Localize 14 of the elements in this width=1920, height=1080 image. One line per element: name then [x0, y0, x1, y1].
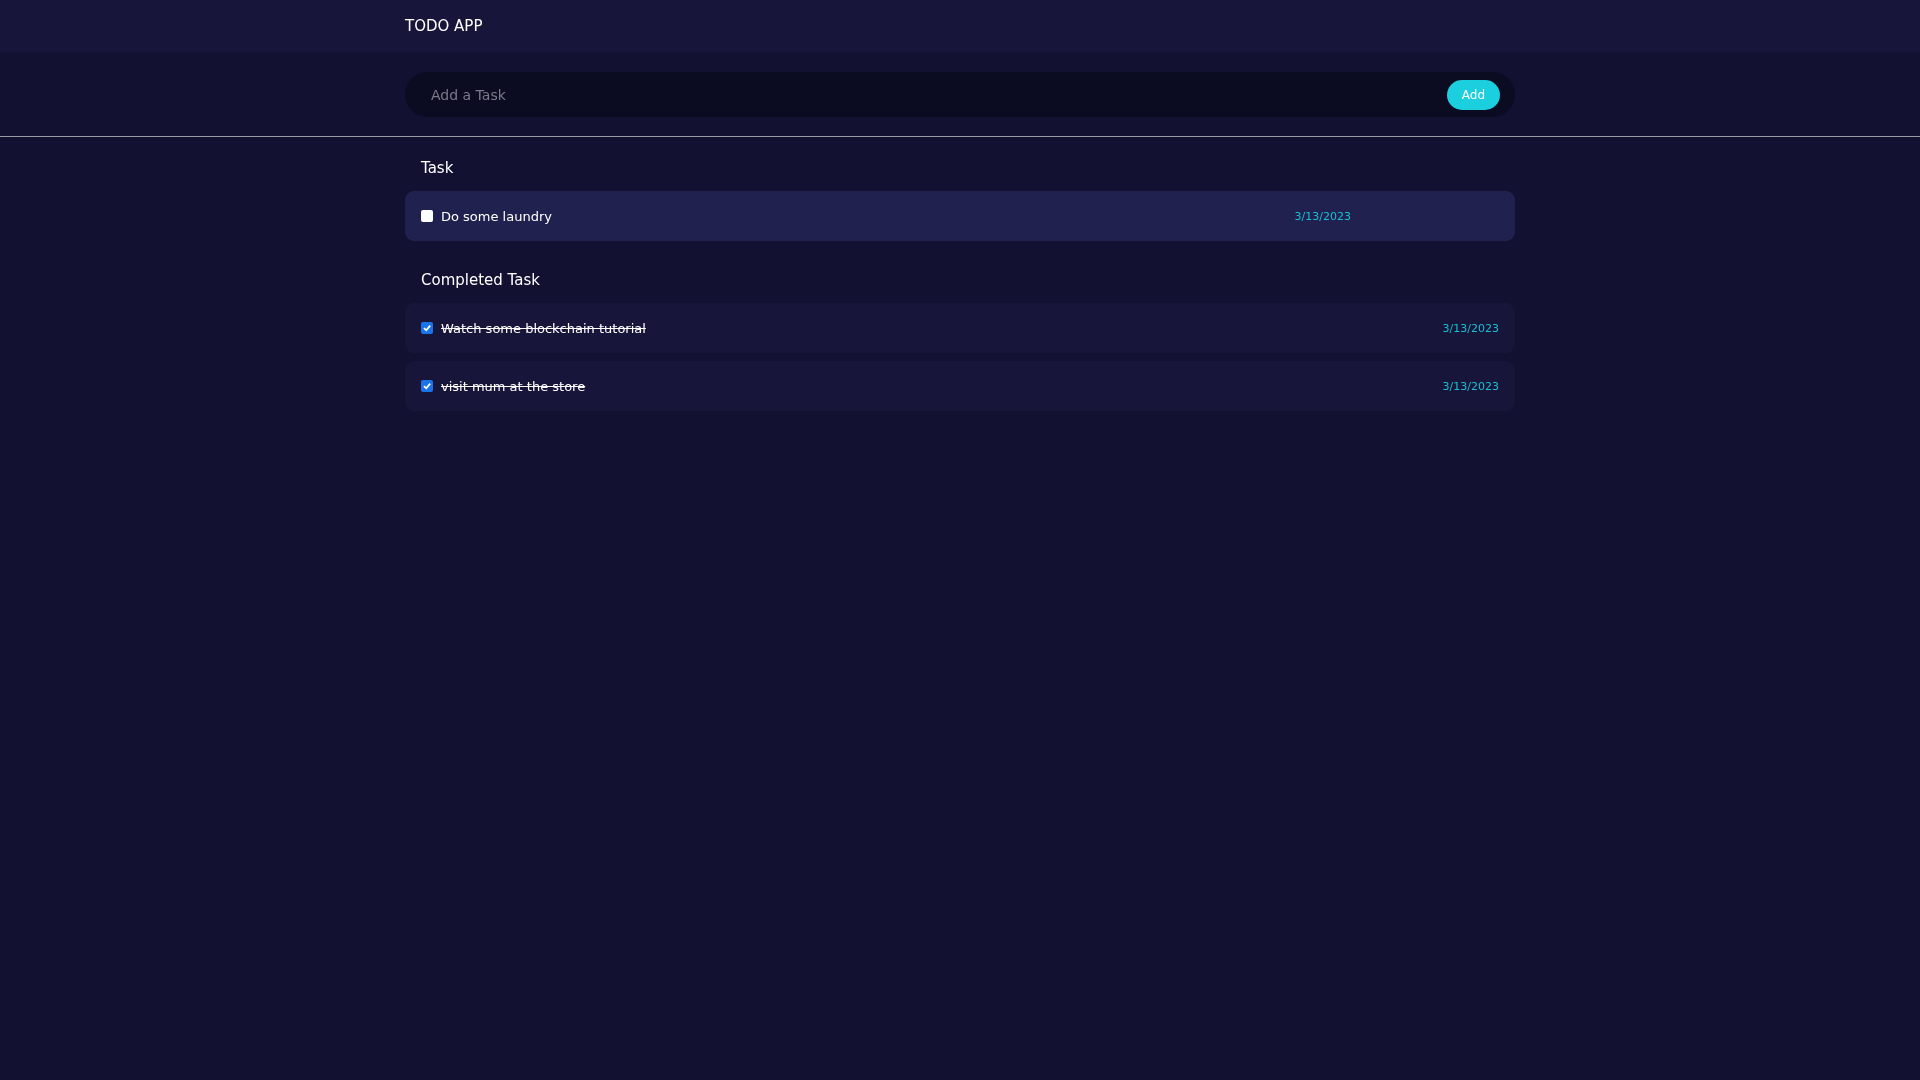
section-heading: Completed Task [420, 270, 541, 291]
section-heading: Task [420, 158, 455, 179]
task-date: 3/13/2023 [1294, 209, 1351, 223]
task-checkbox[interactable] [421, 380, 433, 392]
add-button[interactable]: Add [1446, 79, 1500, 110]
task-checkbox[interactable] [421, 322, 433, 334]
task-date: 3/13/2023 [1442, 379, 1499, 393]
task-label: Watch some blockchain tutorial [441, 320, 647, 336]
task-label: Do some laundry [441, 208, 553, 224]
task-date: 3/13/2023 [1442, 321, 1499, 335]
task-checkbox[interactable] [421, 210, 433, 222]
add-task-field[interactable]: Add a Task Add [405, 72, 1515, 117]
task-label: visit mum at the store [441, 378, 587, 394]
app-title: TODO APP [405, 17, 484, 35]
